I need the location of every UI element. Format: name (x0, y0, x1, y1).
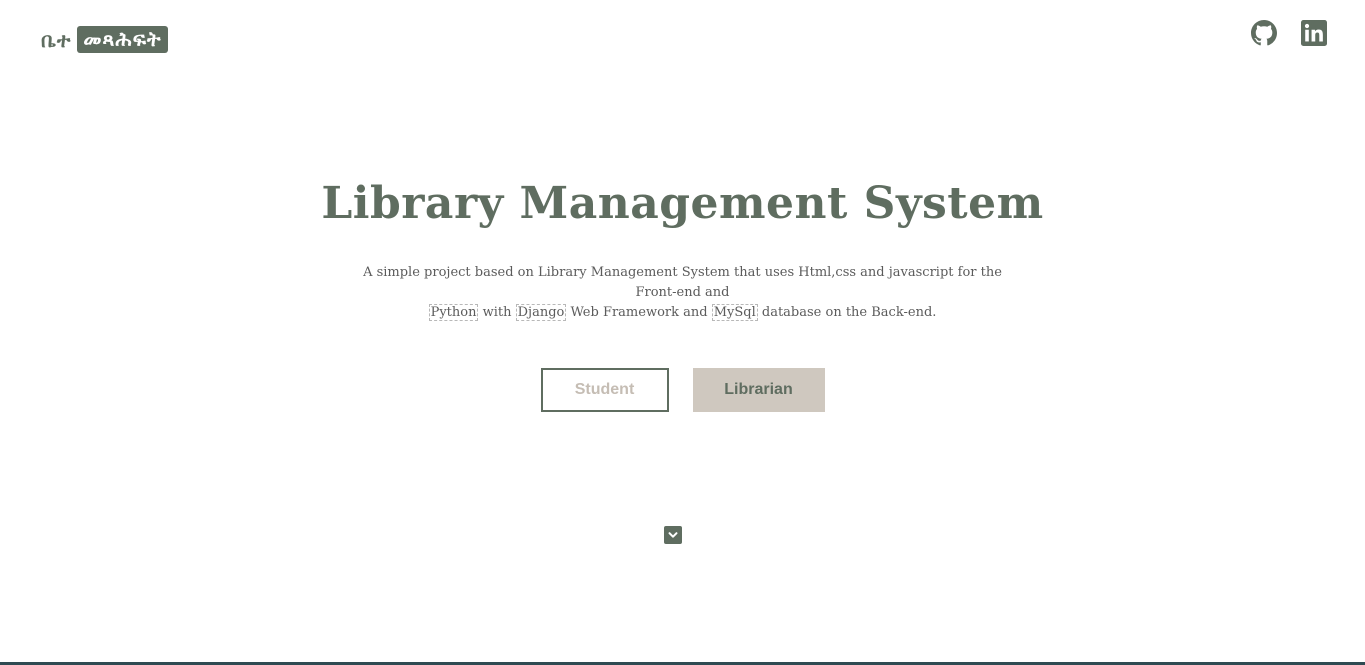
desc-text-4: database on the Back-end. (757, 305, 937, 320)
linkedin-icon (1301, 20, 1327, 46)
hero-section: Library Management System A simple proje… (0, 178, 1365, 412)
tech-tag-python: Python (428, 304, 479, 321)
desc-text-2: with (478, 305, 516, 320)
tech-tag-django: Django (515, 304, 567, 321)
social-links (1251, 20, 1327, 46)
logo-text-highlight: መጻሕፍት (77, 26, 168, 53)
student-button[interactable]: Student (540, 368, 669, 412)
logo-text-first: ቤተ (41, 27, 72, 52)
role-buttons: Student Librarian (0, 368, 1365, 412)
github-icon (1251, 20, 1277, 46)
page-title: Library Management System (321, 178, 1044, 229)
scroll-down-button[interactable] (664, 526, 682, 544)
github-link[interactable] (1251, 20, 1277, 46)
desc-text-1: A simple project based on Library Manage… (363, 265, 1002, 300)
landing-page: ቤተ መጻሕፍት Library Management System A sim… (0, 0, 1365, 665)
site-logo[interactable]: ቤተ መጻሕፍት (41, 26, 168, 53)
chevron-down-icon (668, 532, 678, 538)
linkedin-link[interactable] (1301, 20, 1327, 46)
desc-text-3: Web Framework and (566, 305, 712, 320)
tech-tag-mysql: MySql (711, 304, 758, 321)
librarian-button[interactable]: Librarian (692, 368, 825, 412)
hero-description: A simple project based on Library Manage… (343, 263, 1023, 323)
